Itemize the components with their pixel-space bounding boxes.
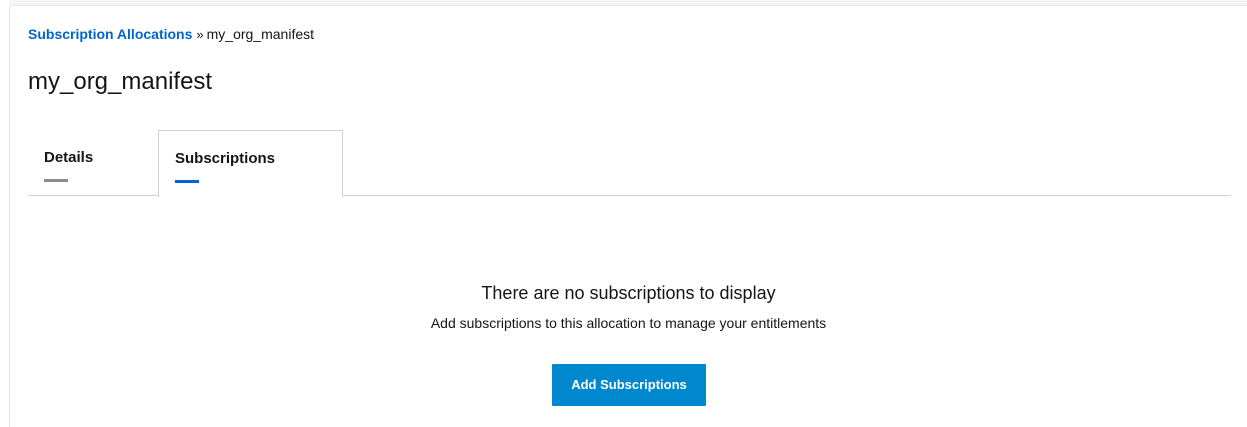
tab-subscriptions-label: Subscriptions: [175, 150, 276, 167]
top-edge: [10, 0, 1247, 6]
tab-details-label: Details: [44, 149, 94, 166]
tab-bar: Details Subscriptions: [28, 130, 1231, 197]
empty-state-title: There are no subscriptions to display: [481, 283, 776, 303]
tab-subscriptions-indicator: [175, 180, 199, 183]
empty-state: There are no subscriptions to display Ad…: [10, 196, 1247, 427]
page-frame: Subscription Allocations» my_org_manifest…: [0, 0, 1247, 427]
tab-details-indicator: [44, 179, 68, 182]
empty-state-body: Add subscriptions to this allocation to …: [430, 315, 827, 331]
breadcrumb-link-subscription-allocations[interactable]: Subscription Allocations: [28, 26, 192, 42]
tab-details[interactable]: Details: [28, 130, 158, 196]
page-title: my_org_manifest: [28, 68, 213, 95]
breadcrumb: Subscription Allocations » my_org_manifest: [28, 25, 314, 44]
add-subscriptions-button[interactable]: Add Subscriptions: [552, 364, 706, 406]
breadcrumb-current: my_org_manifest: [206, 26, 315, 42]
left-edge: [0, 6, 10, 427]
breadcrumb-separator: »: [196, 27, 204, 42]
tab-subscriptions[interactable]: Subscriptions: [158, 130, 343, 197]
